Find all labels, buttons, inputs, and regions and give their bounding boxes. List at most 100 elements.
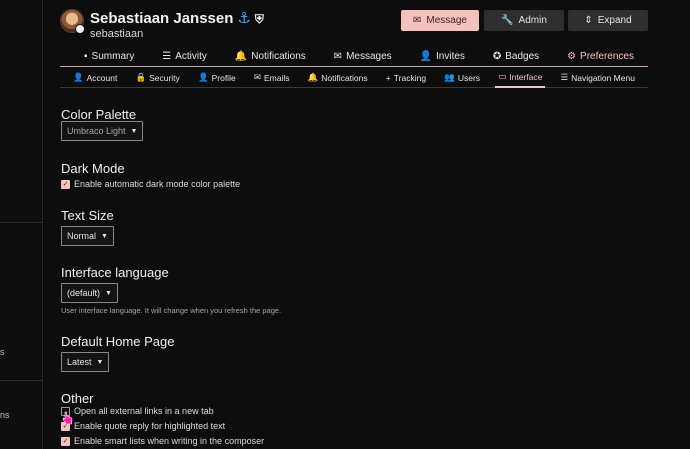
- subtab-security[interactable]: 🔒 Security: [133, 68, 183, 88]
- summary-list-icon: ▪: [84, 51, 88, 62]
- wrench-icon: 🔧: [501, 15, 514, 26]
- caret-down-icon: ▼: [101, 232, 108, 240]
- sidebar-divider: [0, 380, 43, 381]
- dark-mode-label: Enable automatic dark mode color palette: [74, 179, 241, 189]
- avatar-status-badge: [75, 24, 85, 34]
- bars-icon: ☰: [560, 72, 569, 82]
- caret-down-icon: ▼: [130, 127, 138, 135]
- tab-label: Preferences: [580, 51, 634, 62]
- dark-mode-option[interactable]: ✓ Enable automatic dark mode color palet…: [61, 179, 240, 189]
- bell-icon: 🔔: [234, 51, 248, 62]
- tab-summary[interactable]: ▪ Summary: [84, 51, 134, 62]
- subtab-label: Emails: [264, 72, 290, 83]
- envelope-icon: ✉: [413, 15, 422, 26]
- subtab-navigation-menu[interactable]: ☰ Navigation Menu: [558, 68, 638, 88]
- color-palette-value: Umbraco Light: [67, 126, 126, 136]
- left-sidebar: s ns: [0, 0, 43, 449]
- caret-down-icon: ▼: [105, 289, 112, 297]
- tab-invites[interactable]: 👤 Invites: [420, 51, 465, 62]
- tab-notifications[interactable]: 🔔 Notifications: [235, 51, 306, 62]
- user-header: Sebastiaan Janssen ⚓ ⛨ sebastiaan ✉ Messag…: [60, 9, 648, 43]
- subtab-label: Account: [86, 72, 118, 83]
- bell-icon: 🔔: [307, 72, 319, 82]
- tab-label: Messages: [346, 51, 392, 62]
- expand-button[interactable]: ⇕ Expand: [568, 10, 648, 31]
- external-links-label: Open all external links in a new tab: [74, 406, 214, 416]
- subtab-label: Notifications: [321, 72, 368, 83]
- user-handle: sebastiaan: [90, 28, 144, 40]
- anchor-icon: ⚓: [237, 10, 251, 27]
- interface-language-title: Interface language: [61, 265, 169, 280]
- desktop-icon: ▭: [498, 71, 507, 81]
- envelope-icon: ✉: [253, 72, 261, 82]
- tab-badges[interactable]: ✪ Badges: [493, 51, 539, 62]
- text-size-select[interactable]: Normal ▼: [61, 226, 114, 246]
- subtab-emails[interactable]: ✉ Emails: [251, 68, 293, 88]
- subtab-label: Profile: [211, 72, 236, 83]
- users-icon: 👥: [444, 72, 455, 82]
- pointer-cursor-icon: [62, 411, 73, 425]
- preferences-subnav: 👤 Account 🔒 Security 👤 Profile ✉ Emails 🔔 Not…: [60, 68, 648, 88]
- interface-language-help: User interface language. It will change …: [61, 306, 282, 315]
- external-links-option[interactable]: Open all external links in a new tab: [61, 406, 214, 416]
- envelope-icon: ✉: [333, 51, 343, 62]
- text-size-value: Normal: [67, 231, 97, 241]
- default-home-value: Latest: [67, 357, 92, 367]
- dark-mode-checkbox[interactable]: ✓: [61, 179, 70, 189]
- subtab-users[interactable]: 👥 Users: [441, 68, 483, 88]
- sidebar-divider: [0, 222, 43, 223]
- tab-activity[interactable]: ☰ Activity: [162, 51, 207, 62]
- interface-language-select[interactable]: (default) ▼: [61, 283, 118, 303]
- interface-language-value: (default): [67, 288, 101, 298]
- default-home-select[interactable]: Latest ▼: [61, 352, 110, 372]
- subtab-label: Security: [149, 72, 180, 83]
- text-size-title: Text Size: [61, 208, 114, 223]
- user-name-row: Sebastiaan Janssen ⚓ ⛨: [90, 9, 264, 27]
- color-palette-title: Color Palette: [61, 107, 137, 122]
- subtab-label: Interface: [509, 71, 543, 82]
- user-icon: 👤: [73, 72, 84, 82]
- lock-icon: 🔒: [135, 72, 147, 82]
- user-name: Sebastiaan Janssen: [90, 10, 234, 27]
- gear-icon: ⚙: [567, 51, 577, 62]
- quote-reply-option[interactable]: ✓ Enable quote reply for highlighted tex…: [61, 421, 225, 431]
- message-button-label: Message: [426, 15, 467, 26]
- color-palette-select[interactable]: Umbraco Light ▼: [61, 121, 144, 141]
- smart-lists-label: Enable smart lists when writing in the c…: [74, 436, 265, 446]
- admin-button-label: Admin: [518, 15, 547, 26]
- subtab-profile[interactable]: 👤 Profile: [195, 68, 239, 88]
- tab-messages[interactable]: ✉ Messages: [334, 51, 392, 62]
- tab-label: Summary: [91, 51, 135, 62]
- other-title: Other: [61, 391, 94, 406]
- subtab-label: Tracking: [393, 72, 427, 83]
- smart-lists-checkbox[interactable]: ✓: [61, 436, 70, 446]
- list-icon: ☰: [162, 51, 172, 62]
- default-home-title: Default Home Page: [61, 334, 175, 349]
- subtab-interface[interactable]: ▭ Interface: [495, 68, 546, 88]
- smart-lists-option[interactable]: ✓ Enable smart lists when writing in the…: [61, 436, 264, 446]
- message-button[interactable]: ✉ Message: [401, 10, 479, 31]
- caret-down-icon: ▼: [96, 358, 104, 366]
- dark-mode-title: Dark Mode: [61, 161, 125, 176]
- tab-label: Invites: [436, 51, 465, 62]
- shield-icon: ⛨: [254, 12, 264, 26]
- tab-label: Badges: [505, 51, 540, 62]
- expand-button-label: Expand: [597, 15, 632, 26]
- tab-preferences[interactable]: ⚙ Preferences: [567, 51, 634, 62]
- quote-reply-label: Enable quote reply for highlighted text: [74, 421, 226, 431]
- subtab-label: Users: [457, 72, 481, 83]
- sidebar-snippet[interactable]: ns: [0, 410, 10, 420]
- profile-main-nav: ▪ Summary ☰ Activity 🔔 Notifications ✉ Messa…: [60, 47, 648, 67]
- sidebar-snippet[interactable]: s: [0, 347, 5, 357]
- subtab-notifications[interactable]: 🔔 Notifications: [305, 68, 371, 88]
- subtab-account[interactable]: 👤 Account: [70, 68, 120, 88]
- tab-label: Activity: [175, 51, 207, 62]
- admin-button[interactable]: 🔧 Admin: [484, 10, 564, 31]
- tab-label: Notifications: [251, 51, 306, 62]
- badge-icon: ✪: [492, 51, 502, 62]
- user-icon: 👤: [198, 72, 209, 82]
- user-plus-icon: 👤: [419, 51, 433, 62]
- subtab-label: Navigation Menu: [571, 72, 635, 83]
- expand-icon: ⇕: [584, 15, 593, 26]
- subtab-tracking[interactable]: + Tracking: [383, 68, 429, 88]
